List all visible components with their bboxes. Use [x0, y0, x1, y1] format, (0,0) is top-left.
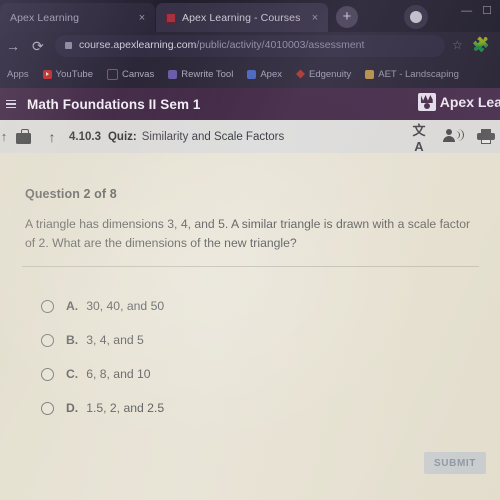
tab-close-icon[interactable]: ×: [308, 12, 322, 24]
submit-button[interactable]: SUBMIT: [424, 452, 486, 474]
bookmark-youtube[interactable]: YouTube: [36, 69, 100, 80]
youtube-icon: [42, 69, 52, 79]
course-title: Math Foundations II Sem 1: [27, 96, 201, 112]
content-divider: [22, 266, 479, 267]
apex-learning-logo: Apex Lea: [417, 93, 500, 111]
answer-choice-d[interactable]: D. 1.5, 2, and 2.5: [0, 391, 500, 425]
url-host: course.apexlearning.com: [79, 39, 197, 51]
read-aloud-wave-2: [458, 128, 464, 141]
apex-favicon-icon: [166, 12, 176, 23]
maximize-button[interactable]: ☐: [482, 5, 492, 17]
new-tab-button[interactable]: +: [336, 6, 358, 28]
bookmark-rewrite-tool[interactable]: Rewrite Tool: [161, 69, 240, 80]
briefcase-body: [16, 132, 31, 144]
choice-letter: D.: [66, 401, 79, 415]
choice-letter: C.: [66, 367, 79, 381]
upload-icon[interactable]: ↑: [37, 129, 67, 145]
brand-text: Apex Lea: [439, 94, 500, 110]
bookmark-star-icon[interactable]: ☆: [452, 38, 463, 52]
bookmark-label: AET - Landscaping: [378, 68, 459, 80]
question-counter: Question 2 of 8: [25, 187, 117, 201]
apex-icon: [247, 69, 257, 79]
bookmark-label: Rewrite Tool: [181, 68, 234, 80]
site-info-icon[interactable]: [65, 42, 72, 49]
question-prompt: A triangle has dimensions 3, 4, and 5. A…: [25, 217, 471, 250]
choice-text: 30, 40, and 50: [86, 299, 165, 313]
read-aloud-body: [443, 135, 455, 142]
url-path: /public/activity/4010003/assessment: [196, 39, 365, 51]
avatar-icon: [410, 11, 422, 23]
bookmark-label: Apex: [260, 68, 282, 80]
briefcase-icon[interactable]: [11, 127, 37, 147]
canvas-icon: [107, 68, 118, 80]
edgenuity-icon: [295, 69, 305, 79]
bookmark-label: Apps: [7, 68, 29, 80]
browser-tab-1[interactable]: Apex Learning - Courses ×: [156, 3, 328, 32]
print-paper: [481, 139, 491, 144]
toolbar-actions: 文A: [409, 120, 495, 154]
read-aloud-head: [446, 128, 452, 135]
activity-name: Similarity and Scale Factors: [141, 130, 285, 143]
profile-avatar[interactable]: [404, 5, 428, 29]
choice-text: 1.5, 2, and 2.5: [86, 401, 165, 415]
answer-choice-c[interactable]: C. 6, 8, and 10: [0, 357, 500, 391]
bookmark-apps[interactable]: Apps: [0, 69, 36, 80]
hamburger-menu-icon[interactable]: [1, 99, 21, 109]
reload-icon[interactable]: ⟳: [32, 38, 44, 55]
browser-screenshot: Apex Learning × Apex Learning - Courses …: [0, 0, 500, 500]
radio-button-a[interactable]: [41, 299, 54, 313]
browser-chrome: Apex Learning × Apex Learning - Courses …: [0, 0, 500, 88]
bookmarks-bar: Apps YouTube Canvas Rewrite Tool Apex Ed…: [0, 60, 500, 88]
tab-close-icon[interactable]: ×: [135, 12, 149, 24]
back-arrow-icon[interactable]: ↑: [0, 129, 11, 144]
answer-choices-list: A. 30, 40, and 50 B. 3, 4, and 5 C. 6, 8…: [0, 289, 500, 425]
bookmark-edgenuity[interactable]: Edgenuity: [289, 69, 358, 80]
answer-choice-b[interactable]: B. 3, 4, and 5: [0, 323, 500, 357]
bookmark-label: Canvas: [122, 68, 155, 80]
extensions-puzzle-icon[interactable]: 🧩: [472, 36, 489, 53]
choice-text: 6, 8, and 10: [86, 367, 151, 381]
rewrite-tool-icon: [168, 69, 178, 79]
choice-letter: A.: [66, 299, 79, 313]
activity-toolbar: ↑ ↑ 4.10.3 Quiz: Similarity and Scale Fa…: [0, 120, 500, 154]
url-text: course.apexlearning.com/public/activity/…: [79, 39, 364, 51]
forward-icon[interactable]: →: [6, 38, 20, 54]
read-aloud-icon[interactable]: [443, 128, 464, 145]
radio-button-c[interactable]: [41, 367, 54, 381]
translate-icon[interactable]: 文A: [409, 120, 429, 154]
activity-type-label: Quiz:: [107, 130, 137, 143]
print-icon[interactable]: [477, 129, 495, 144]
radio-button-b[interactable]: [41, 333, 54, 347]
apex-crown-icon: [417, 93, 436, 111]
bookmark-apex[interactable]: Apex: [240, 69, 289, 80]
radio-button-d[interactable]: [41, 401, 54, 415]
bookmark-canvas[interactable]: Canvas: [100, 68, 161, 80]
bookmark-aet-landscaping[interactable]: AET - Landscaping: [358, 69, 466, 80]
answer-choice-a[interactable]: A. 30, 40, and 50: [0, 289, 500, 323]
tab-title: Apex Learning: [10, 11, 80, 24]
tab-title: Apex Learning - Courses: [182, 11, 301, 24]
app-header: Math Foundations II Sem 1 Apex Lea: [0, 88, 500, 120]
choice-text: 3, 4, and 5: [86, 333, 144, 347]
minimize-button[interactable]: —: [461, 5, 472, 17]
window-controls: — ☐: [461, 0, 498, 22]
lesson-number: 4.10.3: [69, 130, 101, 143]
choice-letter: B.: [66, 333, 79, 347]
bookmark-label: Edgenuity: [308, 68, 352, 80]
aet-icon: [365, 69, 375, 79]
address-bar[interactable]: course.apexlearning.com/public/activity/…: [55, 35, 445, 57]
briefcase-handle: [20, 129, 29, 134]
bookmark-label: YouTube: [55, 68, 93, 80]
assessment-content: Question 2 of 8 A triangle has dimension…: [0, 153, 500, 500]
tab-strip: Apex Learning × Apex Learning - Courses …: [0, 0, 500, 32]
omnibox-row: → ⟳ course.apexlearning.com/public/activ…: [0, 32, 500, 60]
browser-tab-0[interactable]: Apex Learning ×: [0, 3, 155, 32]
